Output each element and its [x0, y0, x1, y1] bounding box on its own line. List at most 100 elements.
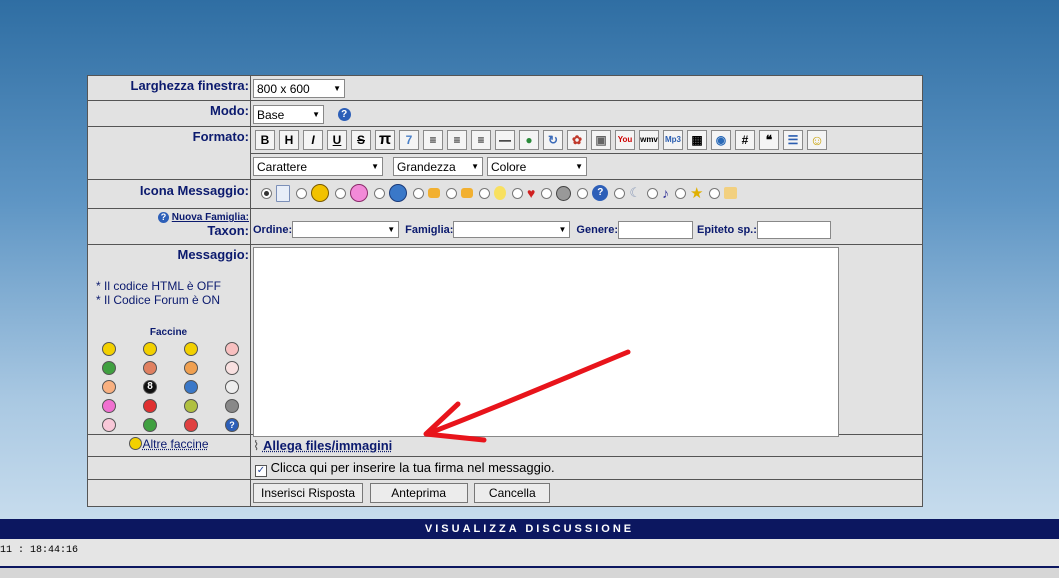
code-icon[interactable]: # — [735, 130, 755, 150]
altre-faccine-block: Altre faccine — [88, 435, 251, 456]
grandezza-select[interactable]: Grandezza ▼ — [393, 157, 483, 176]
eightball-icon[interactable]: 8 — [143, 380, 157, 394]
heading-button[interactable]: H — [279, 130, 299, 150]
flash-icon[interactable]: ✿ — [567, 130, 587, 150]
thumbs-up-icon — [461, 188, 473, 198]
row-mode: Modo: Base ▼ ? — [88, 101, 922, 127]
epiteto-input[interactable] — [756, 220, 831, 239]
row-window-width: Larghezza finestra: 800 x 600 ▼ — [88, 76, 922, 101]
clown-icon[interactable] — [184, 399, 198, 413]
youtube-icon[interactable]: You — [615, 130, 635, 150]
quote-icon[interactable]: ❝ — [759, 130, 779, 150]
icon-radio-13[interactable] — [674, 187, 686, 199]
icon-radio-8[interactable] — [512, 187, 523, 199]
angry-icon[interactable] — [143, 399, 157, 413]
sleepy-icon[interactable] — [225, 399, 239, 413]
question-smiley-icon[interactable]: ? — [225, 418, 239, 432]
message-icon-options: ♥ ? ☾ ♪ ★ — [251, 180, 922, 206]
window-width-select[interactable]: 800 x 600 ▼ — [253, 79, 345, 98]
icon-radio-11[interactable] — [614, 187, 626, 199]
preview-button[interactable]: Anteprima — [369, 483, 468, 503]
strike-button[interactable]: S — [351, 130, 371, 150]
list-icon[interactable]: ☰ — [783, 130, 803, 150]
wmv-icon[interactable]: wmv — [639, 130, 659, 150]
help-icon[interactable]: ? — [337, 107, 351, 121]
mp3-icon[interactable]: Mp3 — [663, 130, 683, 150]
icon-radio-7[interactable] — [479, 187, 490, 199]
shy-icon[interactable] — [143, 361, 157, 375]
message-textarea[interactable] — [253, 247, 839, 437]
bold-button[interactable]: B — [255, 130, 275, 150]
icon-radio-4[interactable] — [374, 187, 385, 199]
genere-label: Genere: — [576, 223, 618, 236]
wink-icon[interactable] — [102, 418, 116, 432]
kisses-icon[interactable] — [225, 361, 239, 375]
font-size-button[interactable]: 7 — [399, 130, 419, 150]
chevron-down-icon: ▼ — [558, 225, 567, 234]
thumbs-down-icon — [428, 188, 440, 198]
cake-icon — [724, 187, 738, 199]
carattere-select[interactable]: Carattere ▼ — [253, 157, 383, 176]
row-signature: ✓ Clicca qui per inserire la tua firma n… — [88, 457, 922, 480]
icon-radio-2[interactable] — [296, 187, 307, 199]
align-left-icon[interactable]: ≡ — [423, 130, 443, 150]
bottom-strip — [0, 568, 1059, 578]
icon-radio-12[interactable] — [646, 187, 658, 199]
font-selectors: Carattere ▼ Grandezza ▼ Colore ▼ — [251, 154, 922, 179]
smiley-icon[interactable]: ☺ — [807, 130, 827, 150]
buttons-label-empty — [88, 480, 251, 506]
window-width-value: 800 x 600 — [257, 81, 310, 96]
dead-icon[interactable] — [184, 361, 198, 375]
help-icon[interactable]: ? — [157, 212, 169, 223]
mode-select[interactable]: Base ▼ — [253, 105, 324, 124]
genere-input[interactable] — [618, 220, 693, 239]
sad-smiley-icon[interactable] — [184, 380, 198, 394]
big-grin-icon[interactable] — [143, 342, 157, 356]
icon-radio-9[interactable] — [541, 187, 553, 199]
paperclip-icon: ⌇ — [253, 438, 260, 453]
icon-radio-5[interactable] — [413, 187, 424, 199]
question-icon: ? — [592, 185, 609, 201]
star-icon: ★ — [689, 185, 704, 202]
globe-link-icon[interactable]: ● — [519, 130, 539, 150]
html-status: * Il codice HTML è OFF — [96, 279, 221, 293]
email-icon[interactable]: ↻ — [543, 130, 563, 150]
ordine-select[interactable]: ▼ — [292, 221, 400, 238]
eyes-icon[interactable] — [225, 380, 239, 394]
evil-icon[interactable] — [184, 418, 198, 432]
cancel-button[interactable]: Cancella — [474, 483, 551, 503]
table-icon[interactable]: ▦ — [687, 130, 707, 150]
famiglia-select[interactable]: ▼ — [453, 221, 571, 238]
signature-checkbox[interactable]: ✓ — [255, 465, 267, 477]
icon-radio-6[interactable] — [446, 187, 457, 199]
italic-button[interactable]: I — [303, 130, 323, 150]
surprised-icon — [350, 184, 368, 202]
tongue-icon[interactable] — [102, 399, 116, 413]
sick-icon[interactable] — [102, 361, 116, 375]
pi-button[interactable]: π — [375, 130, 395, 150]
real-media-icon[interactable]: ◉ — [711, 130, 731, 150]
icon-radio-1[interactable] — [261, 187, 272, 199]
colore-select[interactable]: Colore ▼ — [487, 157, 587, 176]
attach-files-link[interactable]: Allega files/immagini — [263, 438, 392, 453]
label-window-width: Larghezza finestra: — [88, 76, 251, 100]
align-center-icon[interactable]: ≡ — [447, 130, 467, 150]
approve-icon[interactable] — [143, 418, 157, 432]
icon-radio-3[interactable] — [335, 187, 346, 199]
icon-radio-10[interactable] — [577, 187, 589, 199]
new-family-link[interactable]: Nuova Famiglia: — [172, 212, 249, 223]
underline-button[interactable]: U — [327, 130, 347, 150]
horizontal-rule-icon[interactable]: — — [495, 130, 515, 150]
blush-icon[interactable] — [225, 342, 239, 356]
icon-radio-14[interactable] — [709, 187, 721, 199]
post-form: Larghezza finestra: 800 x 600 ▼ Modo: Bas… — [87, 75, 923, 507]
cool-icon[interactable] — [184, 342, 198, 356]
row-message-icon: Icona Messaggio: ♥ ? ☾ ♪ ★ — [88, 180, 922, 209]
submit-reply-button[interactable]: Inserisci Risposta — [253, 483, 364, 503]
shock-icon[interactable] — [102, 380, 116, 394]
lightbulb-icon — [494, 186, 506, 200]
smile-icon[interactable] — [102, 342, 116, 356]
image-icon[interactable]: ▣ — [591, 130, 611, 150]
align-right-icon[interactable]: ≡ — [471, 130, 491, 150]
altre-faccine-link[interactable]: Altre faccine — [142, 437, 208, 451]
